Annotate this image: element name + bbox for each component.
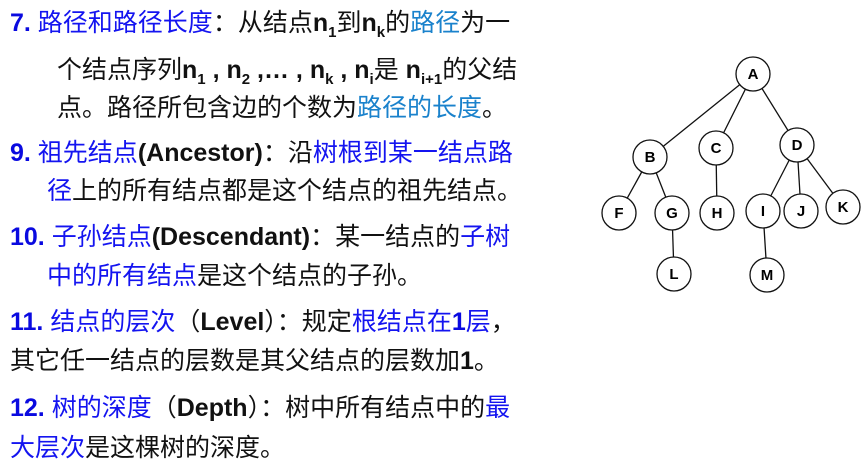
node-label: B bbox=[645, 149, 656, 166]
node-label: I bbox=[761, 203, 765, 220]
tree-node: M bbox=[749, 257, 785, 293]
node-label: G bbox=[666, 205, 678, 222]
node-label: H bbox=[712, 205, 723, 222]
tree-node: H bbox=[699, 195, 735, 231]
tree-node: F bbox=[601, 195, 637, 231]
node-label: F bbox=[614, 205, 623, 222]
tree-node: A bbox=[735, 56, 771, 92]
tree-node: K bbox=[825, 189, 861, 225]
tree-node: I bbox=[745, 193, 781, 229]
node-label: A bbox=[748, 66, 759, 83]
tree-node: C bbox=[698, 130, 734, 166]
tree-node: B bbox=[632, 139, 668, 175]
node-label: C bbox=[711, 140, 722, 157]
node-label: L bbox=[669, 266, 678, 283]
tree-node: D bbox=[779, 127, 815, 163]
tree-node: J bbox=[783, 193, 819, 229]
node-label: J bbox=[797, 203, 805, 220]
tree-node: G bbox=[654, 195, 690, 231]
node-label: K bbox=[838, 199, 849, 216]
node-label: M bbox=[761, 267, 774, 284]
tree-node: L bbox=[656, 256, 692, 292]
tree-diagram: A B C D F G H I J K L M bbox=[601, 56, 861, 293]
node-label: D bbox=[792, 137, 803, 154]
